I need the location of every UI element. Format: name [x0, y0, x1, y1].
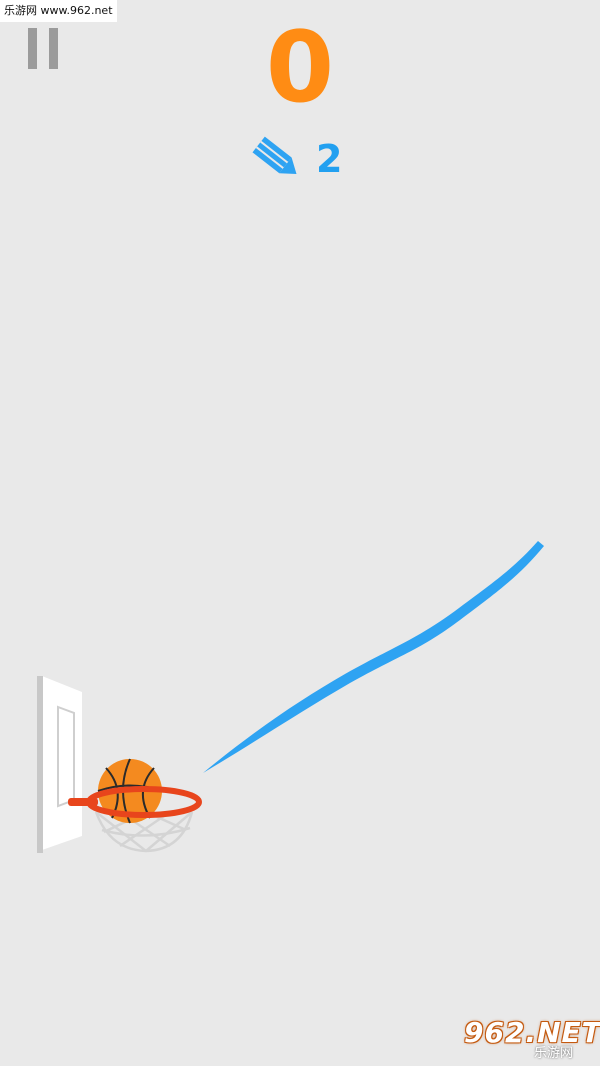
drawn-line — [203, 541, 544, 773]
backboard-icon — [37, 676, 82, 853]
watermark-brand: 962.NET — [464, 1016, 600, 1049]
watermark-sub: 乐游网 — [534, 1046, 574, 1061]
game-stage[interactable] — [0, 0, 600, 1066]
watermark-bottom: 962.NET 乐游网 — [460, 1014, 600, 1062]
